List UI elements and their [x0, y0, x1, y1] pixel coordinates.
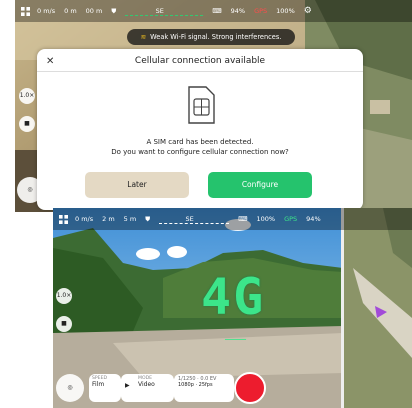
- divider: [37, 71, 363, 72]
- dialog-title: Cellular connection available: [134, 56, 266, 66]
- video-icon: ▶: [125, 382, 130, 389]
- bottom-screenshot: 0 m/s 2 m 5 m ⛊ SE ⌨ 100% GPS 94% 4G ━━━…: [53, 208, 412, 408]
- shield-icon: ⛊: [145, 214, 151, 223]
- network-4g-indicator: 4G: [201, 268, 266, 326]
- speed-mode-button[interactable]: SPEED Film: [89, 374, 121, 402]
- drone-battery: 100%: [276, 7, 295, 15]
- height-readout: 2 m: [102, 215, 115, 223]
- drone-battery: 94%: [306, 215, 321, 223]
- shield-icon: ⛊: [111, 6, 117, 15]
- gps-status: GPS: [254, 7, 268, 15]
- camera-icon[interactable]: ■: [19, 116, 35, 132]
- record-button[interactable]: [234, 372, 266, 404]
- exposure-settings-button[interactable]: 1/1250 · 0.0 EV 1080p · 25fps: [174, 374, 234, 402]
- zoom-button[interactable]: 1.0×: [56, 288, 72, 304]
- remote-battery: 100%: [256, 215, 276, 223]
- later-button[interactable]: Later: [85, 172, 189, 198]
- cellular-dialog: ✕ Cellular connection available A SIM ca…: [37, 49, 363, 210]
- height-readout: 0 m: [64, 7, 77, 15]
- distance-readout: 5 m: [123, 215, 137, 223]
- configure-button[interactable]: Configure: [208, 172, 312, 198]
- status-bar: 0 m/s 0 m 00 m ⛊ SE ⌨ 94% GPS 100% ⚙: [15, 0, 412, 22]
- sim-card-icon: [188, 86, 215, 124]
- remote-battery: 94%: [230, 7, 246, 15]
- camera-icon[interactable]: ■: [56, 316, 72, 332]
- joystick-icon[interactable]: ◎: [56, 374, 84, 402]
- compass-bar: SE: [159, 215, 230, 224]
- remote-icon: ⌨: [238, 215, 248, 223]
- zoom-button[interactable]: 1.0×: [19, 88, 35, 104]
- speed-readout: 0 m/s: [75, 215, 94, 223]
- speed-readout: 0 m/s: [37, 7, 56, 15]
- camera-mode-button[interactable]: ▶ MODE Video: [121, 374, 174, 402]
- wifi-icon: ≋: [140, 33, 147, 41]
- wifi-warning-banner: ≋ Weak Wi-Fi signal. Strong interferences…: [127, 29, 295, 45]
- top-screenshot: 0 m/s 0 m 00 m ⛊ SE ⌨ 94% GPS 100% ⚙ ≋ We…: [15, 0, 412, 212]
- remote-icon: ⌨: [212, 7, 222, 15]
- dialog-message: A SIM card has been detected. Do you wan…: [111, 138, 289, 156]
- gps-status: GPS: [284, 215, 298, 223]
- grid-menu-icon[interactable]: [21, 6, 30, 16]
- distance-readout: 00 m: [85, 7, 103, 15]
- network-status-line: ━━━━━━━: [225, 337, 247, 343]
- status-bar: 0 m/s 2 m 5 m ⛊ SE ⌨ 100% GPS 94%: [53, 208, 412, 230]
- grid-menu-icon[interactable]: [59, 214, 68, 224]
- compass-bar: SE: [125, 7, 204, 16]
- gear-icon[interactable]: ⚙: [304, 6, 312, 16]
